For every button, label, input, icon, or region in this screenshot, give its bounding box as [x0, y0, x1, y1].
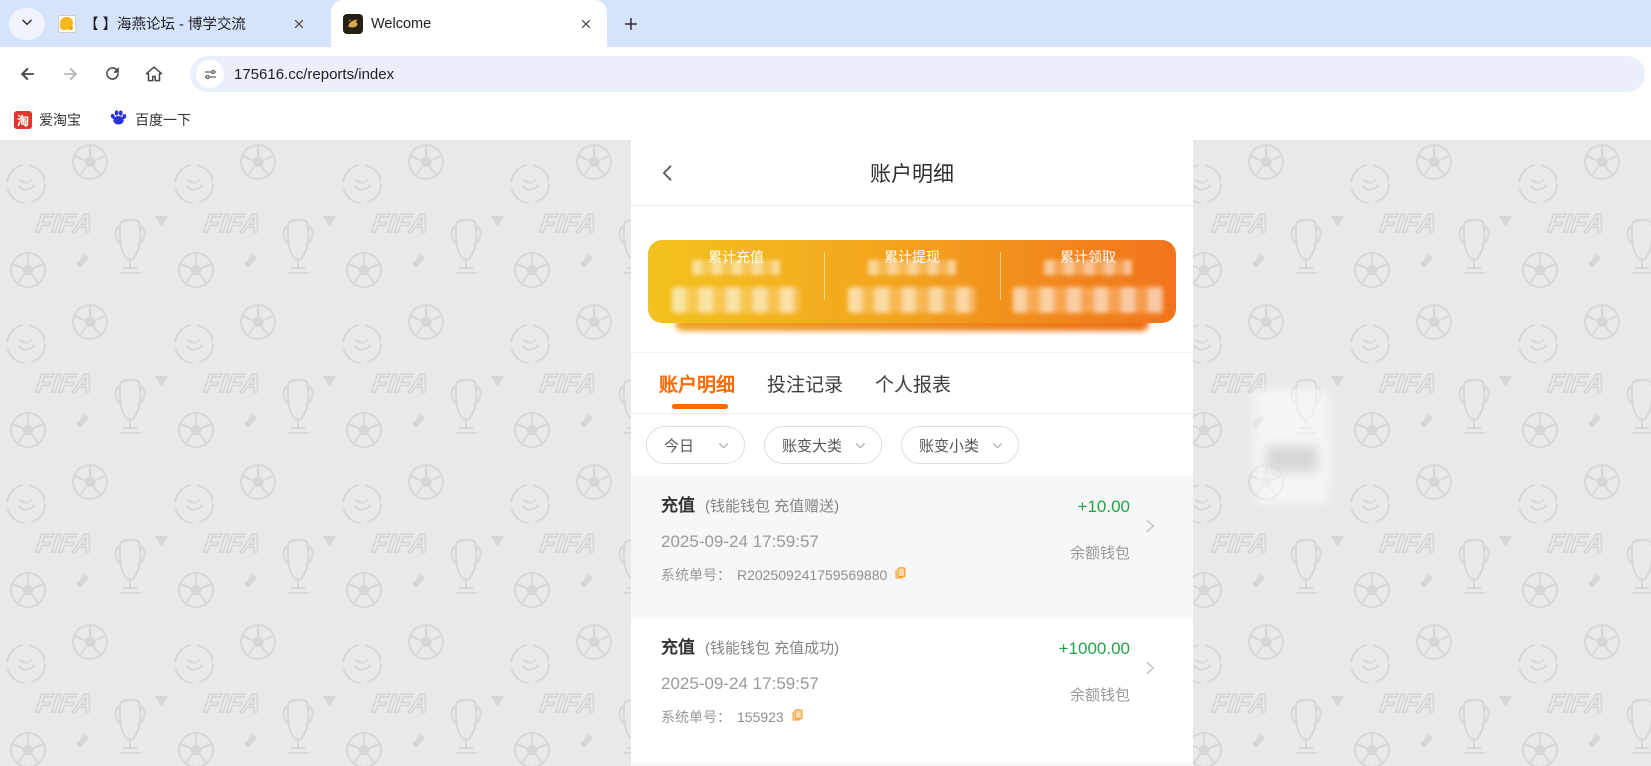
summary-card: 累计充值 累计提现 累计领取 — [648, 240, 1176, 323]
stat-label: 累计充值 — [708, 249, 764, 265]
chevron-down-icon — [993, 442, 1002, 448]
chevron-right-icon — [1142, 516, 1158, 541]
chevron-right-icon — [1142, 658, 1158, 683]
summary-card-section: 累计充值 累计提现 累计领取 — [631, 206, 1193, 331]
copy-icon[interactable] — [893, 566, 908, 584]
filter-label: 账变大类 — [782, 437, 843, 455]
order-number: 155923 — [737, 709, 784, 725]
home-button[interactable] — [138, 58, 170, 90]
transaction-row[interactable]: 充值 (钱能钱包 充值赠送) 2025-09-24 17:59:57 系统单号：… — [631, 476, 1193, 618]
filter-minor-category-select[interactable]: 账变小类 — [901, 426, 1020, 464]
reload-button[interactable] — [96, 58, 128, 90]
filter-date-select[interactable]: 今日 — [646, 426, 745, 464]
close-icon[interactable] — [577, 15, 595, 33]
page-title: 账户明细 — [870, 162, 954, 186]
account-detail-panel: 账户明细 累计充值 累计提现 累计领取 账户明细 投注记录 个人报表 今日 账变… — [631, 140, 1193, 766]
bookmarks-bar: 淘 爱淘宝 百度一下 — [0, 100, 1651, 140]
bookmark-baidu[interactable]: 百度一下 — [109, 108, 191, 132]
panel-header: 账户明细 — [631, 140, 1193, 206]
chevron-down-icon — [20, 15, 34, 34]
order-label: 系统单号： — [661, 567, 731, 583]
browser-toolbar: 175616.cc/reports/index — [0, 47, 1651, 100]
transaction-detail: (钱能钱包 充值赠送) — [705, 498, 840, 515]
close-icon[interactable] — [290, 15, 308, 33]
tab-title: Welcome — [371, 15, 432, 32]
tab-account-detail[interactable]: 账户明细 — [659, 370, 735, 397]
redacted-value — [848, 287, 976, 313]
site-info-icon[interactable] — [196, 60, 224, 88]
bookmark-label: 百度一下 — [135, 112, 191, 128]
transaction-row[interactable]: 充值 (钱能钱包 充值成功) 2025-09-24 17:59:57 系统单号：… — [631, 618, 1193, 760]
url-text: 175616.cc/reports/index — [234, 65, 395, 83]
order-number: R202509241759569880 — [737, 567, 888, 583]
chevron-down-icon — [719, 442, 728, 448]
bookmark-taobao[interactable]: 淘 爱淘宝 — [14, 110, 81, 130]
filter-major-category-select[interactable]: 账变大类 — [764, 426, 883, 464]
browser-window: 【 】海燕论坛 - 博学交流 Welcome 175616.cc/reports… — [0, 0, 1651, 766]
tab-welcome[interactable]: Welcome — [331, 0, 607, 47]
redacted-value — [672, 287, 800, 313]
report-tabs: 账户明细 投注记录 个人报表 — [631, 352, 1193, 414]
stat-total-withdraw: 累计提现 — [824, 240, 1000, 323]
order-label: 系统单号： — [661, 709, 731, 725]
redacted-value — [1013, 287, 1163, 313]
new-tab-button[interactable] — [619, 12, 643, 36]
back-chevron-icon[interactable] — [655, 160, 681, 186]
chevron-down-icon — [856, 442, 865, 448]
blurred-floating-widget — [1254, 388, 1330, 504]
page-content: FIFA 账户明细 累计充值 — [0, 140, 1651, 766]
forward-button[interactable] — [54, 58, 86, 90]
address-bar[interactable]: 175616.cc/reports/index — [190, 56, 1645, 92]
transaction-detail: (钱能钱包 充值成功) — [705, 640, 840, 657]
welcome-favicon — [343, 13, 363, 34]
active-tab-underline — [672, 404, 728, 409]
tab-bet-records[interactable]: 投注记录 — [767, 370, 843, 397]
stat-total-deposit: 累计充值 — [648, 240, 824, 323]
wallet-name: 余额钱包 — [1069, 687, 1130, 704]
forum-favicon — [58, 14, 76, 33]
tab-personal-report[interactable]: 个人报表 — [875, 370, 951, 397]
stat-label: 累计领取 — [1060, 249, 1116, 265]
copy-icon[interactable] — [790, 708, 805, 726]
transaction-type: 充值 — [661, 638, 695, 657]
transaction-amount: +1000.00 — [1058, 639, 1130, 658]
tab-search-button[interactable] — [9, 8, 45, 40]
transaction-type: 充值 — [661, 496, 695, 515]
stat-total-claim: 累计领取 — [1000, 240, 1176, 323]
transaction-amount: +10.00 — [1077, 497, 1130, 516]
tab-haiyan-forum[interactable]: 【 】海燕论坛 - 博学交流 — [48, 0, 318, 47]
back-button[interactable] — [12, 58, 44, 90]
tab-strip: 【 】海燕论坛 - 博学交流 Welcome — [0, 0, 1651, 47]
bookmark-label: 爱淘宝 — [39, 112, 81, 128]
baidu-paw-icon — [109, 108, 128, 132]
filter-label: 今日 — [664, 437, 695, 455]
filter-label: 账变小类 — [919, 437, 980, 455]
taobao-icon: 淘 — [14, 111, 32, 129]
stat-label: 累计提现 — [884, 249, 940, 265]
filter-row: 今日 账变大类 账变小类 — [631, 414, 1193, 476]
tab-title: 【 】海燕论坛 - 博学交流 — [84, 17, 246, 33]
wallet-name: 余额钱包 — [1069, 545, 1130, 562]
